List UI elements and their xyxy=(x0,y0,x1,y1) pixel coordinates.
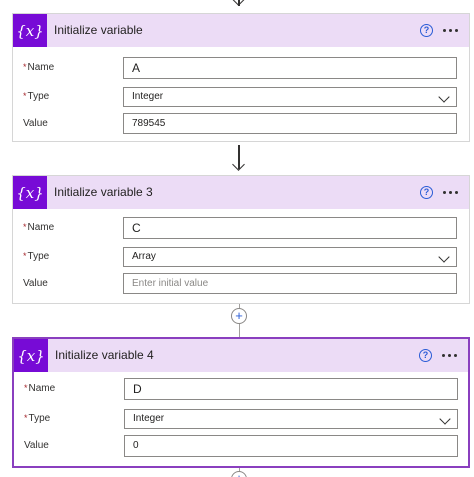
chevron-down-icon xyxy=(438,251,450,263)
action-card-initialize-variable[interactable]: {x} Initialize variable ? *Name A *Type … xyxy=(12,13,470,142)
type-select[interactable]: Integer xyxy=(124,409,458,429)
help-icon[interactable]: ? xyxy=(420,24,433,37)
help-icon[interactable]: ? xyxy=(419,349,432,362)
name-label: *Name xyxy=(23,222,55,233)
card-title: Initialize variable xyxy=(54,23,143,37)
more-options-icon[interactable] xyxy=(441,184,459,200)
type-select[interactable]: Integer xyxy=(123,87,457,107)
chevron-down-icon xyxy=(439,413,451,425)
value-label: Value xyxy=(23,118,48,129)
flow-arrow-top xyxy=(232,0,245,10)
value-label: Value xyxy=(23,278,48,289)
card-title: Initialize variable 4 xyxy=(55,348,154,362)
type-label: *Type xyxy=(24,413,51,424)
card-header[interactable]: {x} Initialize variable 4 ? xyxy=(14,339,468,372)
type-select[interactable]: Array xyxy=(123,247,457,267)
type-label: *Type xyxy=(23,91,50,102)
value-input[interactable]: Enter initial value xyxy=(123,273,457,294)
variable-icon: {x} xyxy=(13,14,47,47)
variable-icon: {x} xyxy=(13,176,47,209)
value-input[interactable]: 789545 xyxy=(123,113,457,134)
more-options-icon[interactable] xyxy=(441,22,459,38)
help-icon[interactable]: ? xyxy=(420,186,433,199)
chevron-down-icon xyxy=(438,91,450,103)
card-header[interactable]: {x} Initialize variable ? xyxy=(13,14,469,47)
name-label: *Name xyxy=(24,383,56,394)
action-card-initialize-variable-4[interactable]: {x} Initialize variable 4 ? *Name D *Typ… xyxy=(12,337,470,468)
value-input[interactable]: 0 xyxy=(124,435,458,457)
flow-designer-canvas: {x} Initialize variable ? *Name A *Type … xyxy=(0,0,474,477)
variable-icon: {x} xyxy=(14,339,48,372)
name-input[interactable]: C xyxy=(123,217,457,239)
action-card-initialize-variable-3[interactable]: {x} Initialize variable 3 ? *Name C *Typ… xyxy=(12,175,470,304)
card-title: Initialize variable 3 xyxy=(54,185,153,199)
add-step-button[interactable]: + xyxy=(231,471,247,477)
name-input[interactable]: A xyxy=(123,57,457,79)
name-label: *Name xyxy=(23,62,55,73)
add-step-button[interactable]: + xyxy=(231,308,247,324)
card-header[interactable]: {x} Initialize variable 3 ? xyxy=(13,176,469,209)
more-options-icon[interactable] xyxy=(440,347,458,363)
flow-arrow xyxy=(232,145,245,171)
name-input[interactable]: D xyxy=(124,378,458,400)
value-label: Value xyxy=(24,440,49,451)
type-label: *Type xyxy=(23,251,50,262)
